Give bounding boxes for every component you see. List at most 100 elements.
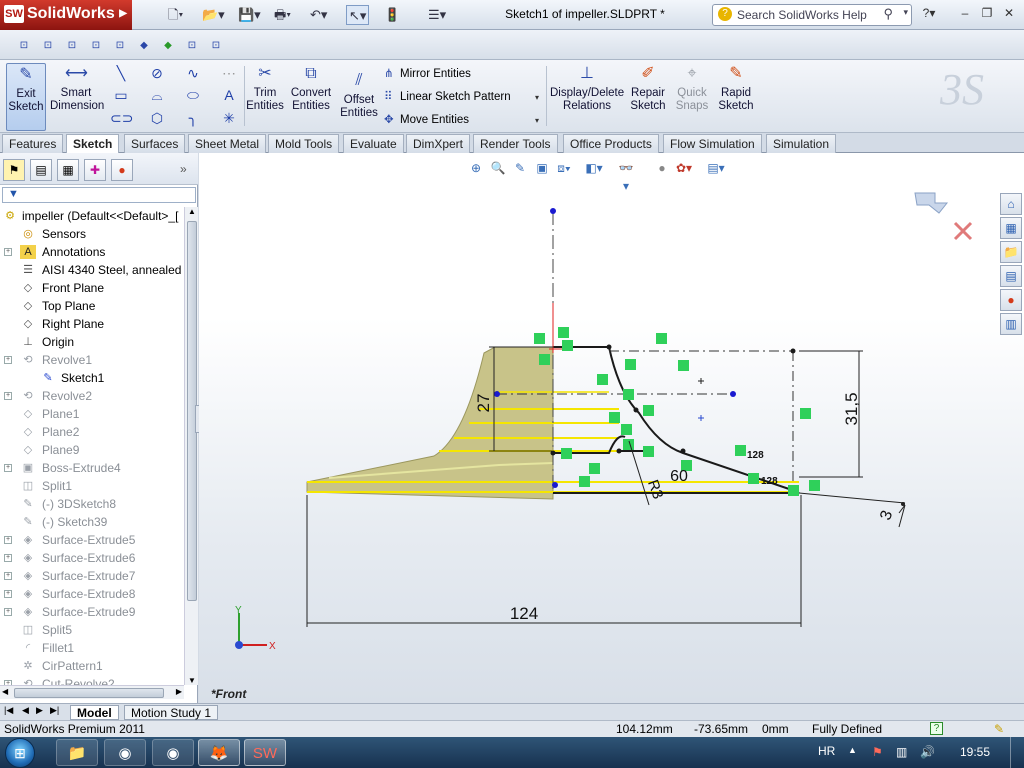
construction-endpoint[interactable]	[730, 391, 736, 397]
tab-flow-simulation[interactable]: Flow Simulation	[663, 134, 762, 153]
select-icon[interactable]: ↖▾	[346, 5, 370, 25]
circle-tool-icon[interactable]: ⊘	[146, 63, 168, 83]
dim-124-label[interactable]: 124	[510, 604, 538, 623]
rotate-sketch-icon[interactable]: ⊡	[110, 35, 130, 55]
fillet-tool-icon[interactable]: ╮	[182, 108, 204, 128]
scroll-up-icon[interactable]: ▲	[188, 207, 196, 216]
move-dropdown-icon[interactable]: ▾	[535, 116, 539, 125]
cancel-sketch-corner-icon[interactable]	[953, 221, 973, 241]
linear-sketch-pattern-button[interactable]: ⠿ Linear Sketch Pattern	[384, 89, 511, 103]
scroll-down-icon[interactable]: ▼	[188, 676, 196, 685]
sketch-canvas[interactable]: 27 31,5 124 R3 60 3 128 128 Y X	[199, 153, 1024, 703]
chrome-icon[interactable]: ◉	[152, 739, 194, 766]
dim-27-label[interactable]: 27	[474, 394, 493, 413]
tree-item[interactable]: ◜ Fillet1	[0, 639, 184, 657]
quick-snaps-button[interactable]: ⌖ Quick Snaps	[672, 63, 712, 113]
expand-icon[interactable]: +	[4, 590, 12, 598]
tree-item[interactable]: + A Annotations	[0, 243, 184, 261]
line-tool-icon[interactable]: ╲	[110, 63, 132, 83]
coincident-relation-icon[interactable]	[643, 405, 654, 416]
tangent-relation-icon[interactable]	[625, 359, 636, 370]
dim-128-label[interactable]: 128	[761, 476, 778, 487]
sketch-point[interactable]	[606, 344, 612, 350]
feature-tree-tab-icon[interactable]: ⚑	[3, 159, 25, 181]
tree-item[interactable]: ◇ Top Plane	[0, 297, 184, 315]
tree-item[interactable]: ☰ AISI 4340 Steel, annealed	[0, 261, 184, 279]
text-tool-icon[interactable]: A	[218, 85, 240, 105]
tree-item[interactable]: ✎ (-) 3DSketch8	[0, 495, 184, 513]
slot-tool-icon[interactable]: ⊂⊃	[110, 108, 133, 128]
scroll-right-icon[interactable]: ▶	[176, 687, 182, 696]
tab-office-products[interactable]: Office Products	[563, 134, 659, 153]
tabs-next-icon[interactable]: ▶	[36, 705, 43, 716]
axis-endpoint[interactable]	[550, 208, 556, 214]
coincident-relation-icon[interactable]	[788, 485, 799, 496]
graphics-area[interactable]: ⊕ 🔍 ✎ ▣ ⧈▾ ◧▾ 👓▾ ● ✿▾ ▤▾ – ❐ ✕	[199, 153, 1024, 703]
tab-mold-tools[interactable]: Mold Tools	[268, 134, 340, 153]
help-menu-icon[interactable]: ?▾	[920, 6, 938, 22]
expand-icon[interactable]: +	[4, 248, 12, 256]
property-manager-tab-icon[interactable]: ▤	[30, 159, 52, 181]
undo-icon[interactable]: ↶▾	[310, 5, 327, 25]
horizontal-relation-icon[interactable]	[656, 333, 667, 344]
convert-entities-button[interactable]: ⧉ Convert Entities	[288, 63, 334, 113]
smart-dimension-button[interactable]: ⟷ Smart Dimension	[50, 63, 104, 113]
tab-simulation[interactable]: Simulation	[766, 134, 837, 153]
coincident-relation-icon[interactable]	[678, 360, 689, 371]
cube-icon[interactable]: ◆	[134, 35, 154, 55]
tree-item[interactable]: + ◈ Surface-Extrude6	[0, 549, 184, 567]
tree-item[interactable]: ◇ Right Plane	[0, 315, 184, 333]
tab-dimxpert[interactable]: DimXpert	[406, 134, 471, 153]
expand-icon[interactable]: +	[4, 608, 12, 616]
tangent-relation-icon[interactable]	[643, 446, 654, 457]
explorer-icon[interactable]: 📁	[56, 739, 98, 766]
rebuild-status-icon[interactable]: ✎	[994, 721, 1004, 737]
tangent-relation-icon[interactable]	[609, 412, 620, 423]
tray-expand-icon[interactable]: ▲	[848, 745, 857, 755]
move-entities-button[interactable]: ✥ Move Entities	[384, 112, 469, 126]
blocks-icon[interactable]: ◆	[158, 35, 178, 55]
new-document-icon[interactable]: 🗋▾	[168, 5, 183, 25]
pattern-dropdown-icon[interactable]: ▾	[535, 93, 539, 102]
minimize-button[interactable]: –	[956, 6, 974, 22]
tree-item[interactable]: ⊥ Origin	[0, 333, 184, 351]
3d-sketch-icon[interactable]: ⊡	[38, 35, 58, 55]
rapid-sketch-button[interactable]: ✎ Rapid Sketch	[716, 63, 756, 113]
offset-entities-button[interactable]: ⫽ Offset Entities	[338, 70, 380, 120]
network-icon[interactable]: ▥	[896, 745, 907, 759]
tabs-last-icon[interactable]: ▶|	[50, 705, 59, 716]
sketch-point[interactable]	[790, 348, 796, 354]
horizontal-relation-icon[interactable]	[589, 463, 600, 474]
confirmation-corner[interactable]	[914, 192, 973, 241]
scroll-left-icon[interactable]: ◀	[2, 687, 8, 696]
expand-icon[interactable]: +	[4, 554, 12, 562]
home-icon[interactable]: ⌂	[1000, 193, 1022, 215]
tree-item[interactable]: + ◈ Surface-Extrude9	[0, 603, 184, 621]
tree-item[interactable]: ◇ Plane1	[0, 405, 184, 423]
tree-item[interactable]: ◇ Plane9	[0, 441, 184, 459]
sketch-icon[interactable]: ⊡	[14, 35, 34, 55]
file-explorer-icon[interactable]: 📁	[1000, 241, 1022, 263]
sketch-pattern-icon[interactable]: ⋯	[218, 63, 240, 83]
point-marker[interactable]	[698, 378, 704, 384]
tree-item[interactable]: ◎ Sensors	[0, 225, 184, 243]
expand-icon[interactable]: +	[4, 392, 12, 400]
tree-item[interactable]: ✎ Sketch1	[0, 369, 184, 387]
dim-3-label[interactable]: 3	[877, 508, 896, 522]
vertical-relation-icon[interactable]	[809, 480, 820, 491]
equal-relation-icon[interactable]	[735, 445, 746, 456]
tab-surfaces[interactable]: Surfaces	[124, 134, 186, 153]
coincident-relation-icon[interactable]	[534, 333, 545, 344]
search-dropdown-icon[interactable]: ▾	[903, 7, 908, 18]
display-delete-relations-button[interactable]: ⊥ Display/Delete Relations	[550, 63, 624, 113]
expand-icon[interactable]: +	[4, 572, 12, 580]
point-tool-icon[interactable]: ✳	[218, 108, 240, 128]
tree-item[interactable]: + ⟲ Cut-Revolve2	[0, 675, 184, 685]
action-center-icon[interactable]: ⚑	[872, 745, 883, 759]
solidworks-menu-button[interactable]: SW SolidWorks ▶	[0, 0, 132, 30]
coincident-relation-icon[interactable]	[561, 448, 572, 459]
expand-icon[interactable]: +	[4, 464, 12, 472]
trim-entities-button[interactable]: ✂ Trim Entities	[246, 63, 284, 113]
point-marker[interactable]	[698, 415, 704, 421]
appearances-icon[interactable]: ●	[1000, 289, 1022, 311]
